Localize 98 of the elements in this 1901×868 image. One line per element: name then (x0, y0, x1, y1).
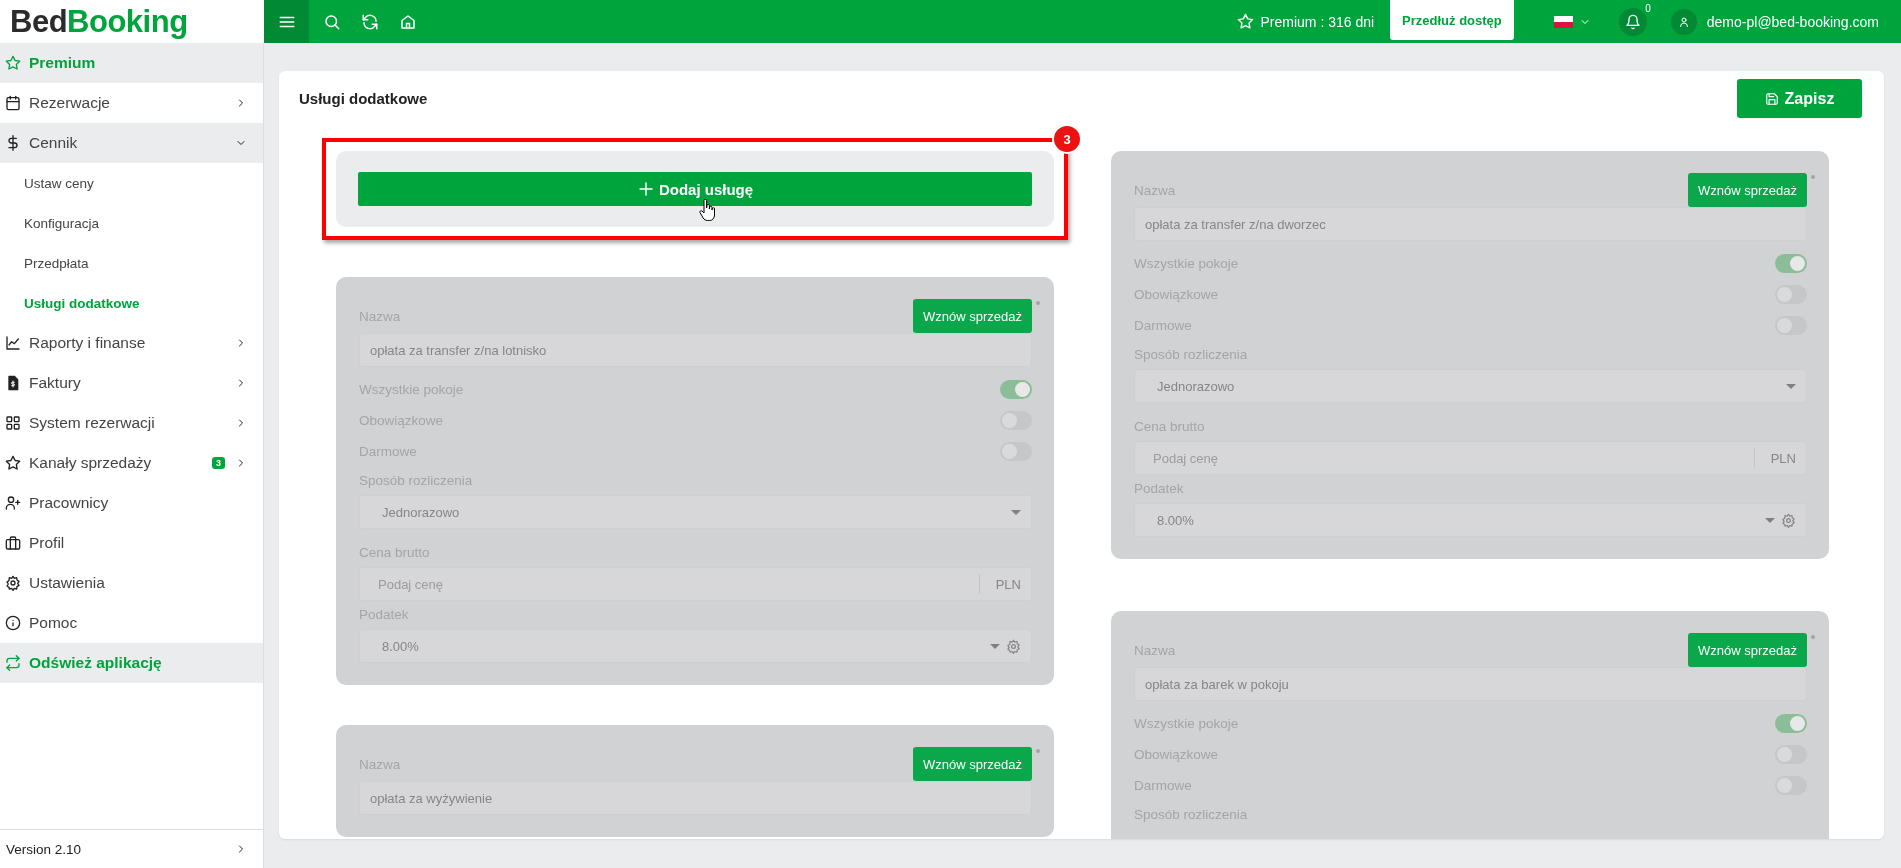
sidebar-label: Profil (29, 534, 66, 552)
price-placeholder: Podaj cenę (377, 576, 445, 592)
extend-access-button[interactable]: Przedłuż dostęp (1390, 0, 1514, 40)
sidebar-item[interactable]: Pracownicy (0, 483, 263, 523)
sidebar-item[interactable]: Premium (0, 43, 263, 83)
star-icon (1236, 13, 1254, 30)
sidebar-item[interactable]: Odśwież aplikację (0, 643, 263, 683)
user-avatar[interactable] (1670, 8, 1697, 35)
toggle-switch[interactable] (1775, 254, 1807, 273)
user-plus-icon (5, 495, 21, 511)
currency-label: PLN (995, 576, 1021, 592)
toggle-switch[interactable] (1000, 380, 1032, 399)
plus-icon (636, 180, 655, 198)
refresh-icon (361, 12, 379, 31)
sidebar-label: Faktury (29, 374, 82, 392)
settings-icon (1781, 512, 1796, 528)
name-field[interactable]: opłata za transfer z/na dworzec (1134, 207, 1807, 241)
indicator-dot (1811, 635, 1815, 639)
sidebar-item[interactable]: Profil (0, 523, 263, 563)
home-icon (399, 12, 417, 31)
invoice-icon (5, 375, 21, 391)
sidebar-label: Kanały sprzedaży (29, 454, 153, 472)
name-field[interactable]: opłata za barek w pokoju (1134, 667, 1807, 701)
price-placeholder: Podaj cenę (1152, 450, 1220, 466)
sidebar-subitem[interactable]: Konfiguracja (0, 203, 263, 243)
premium-status: Premium : 316 dni (1260, 13, 1375, 30)
search-icon (323, 12, 341, 31)
resume-sale-button[interactable]: Wznów sprzedaż (913, 747, 1032, 781)
star-icon (5, 455, 21, 471)
gear-icon (5, 575, 21, 591)
name-value: opłata za barek w pokoju (1145, 676, 1290, 692)
caret-icon (1011, 509, 1021, 515)
user-icon (1677, 15, 1690, 28)
save-button[interactable]: Zapisz (1737, 79, 1862, 118)
sidebar-item[interactable]: Pomoc (0, 603, 263, 643)
app-logo[interactable]: BedBooking (0, 0, 264, 43)
info-icon (5, 615, 21, 631)
user-email[interactable]: demo-pl@bed-booking.com (1706, 13, 1879, 30)
sidebar-subitem[interactable]: Usługi dodatkowe (0, 283, 263, 323)
sidebar-label: Raporty i finanse (29, 334, 147, 352)
name-field[interactable]: opłata za wyżywienie (359, 781, 1032, 815)
sidebar-label: Rezerwacje (29, 94, 111, 112)
indicator-dot (1036, 301, 1040, 305)
name-value: opłata za transfer z/na dworzec (1145, 216, 1327, 232)
currency-label: PLN (1770, 450, 1796, 466)
sidebar-label: Pracownicy (29, 494, 110, 512)
add-service-button[interactable]: Dodaj usługę (358, 172, 1032, 206)
billing-dropdown[interactable]: Jednorazowo (1134, 369, 1807, 403)
hand-cursor-icon (699, 199, 715, 221)
settings-icon (1006, 638, 1021, 654)
briefcase-icon (5, 535, 21, 551)
name-value: opłata za wyżywienie (370, 790, 494, 806)
resume-sale-button[interactable]: Wznów sprzedaż (1688, 633, 1807, 667)
calendar-icon (5, 95, 21, 111)
page-title: Usługi dodatkowe (299, 90, 428, 107)
sidebar-label: Ustawienia (29, 574, 106, 592)
sidebar-label: Pomoc (29, 614, 79, 632)
sidebar-subitem[interactable]: Przedpłata (0, 243, 263, 283)
sidebar-item[interactable]: Ustawienia (0, 563, 263, 603)
menu-button[interactable] (264, 0, 309, 43)
resume-sale-button[interactable]: Wznów sprzedaż (913, 299, 1032, 333)
price-field[interactable]: Podaj cenę PLN (359, 567, 1032, 601)
sidebar-label: Premium (29, 54, 97, 72)
caret-icon (1786, 383, 1796, 389)
count-badge: 3 (212, 457, 225, 469)
sidebar-label: System rezerwacji (29, 414, 156, 432)
tax-dropdown[interactable]: 8.00% (1134, 503, 1807, 537)
sidebar-label: Odśwież aplikację (29, 654, 163, 672)
billing-dropdown[interactable]: Jednorazowo (359, 495, 1032, 529)
version-label: Version 2.10 (6, 841, 82, 857)
caret-icon (1765, 517, 1775, 523)
bell-icon (1624, 13, 1641, 30)
notification-count: 0 (1645, 3, 1651, 14)
toggle-switch[interactable] (1775, 714, 1807, 733)
sidebar-subitem[interactable]: Ustaw ceny (0, 163, 263, 203)
grid-icon (5, 415, 21, 431)
tax-dropdown[interactable]: 8.00% (359, 629, 1032, 663)
name-field[interactable]: opłata za transfer z/na lotnisko (359, 333, 1032, 367)
sidebar-item[interactable]: Cennik (0, 123, 263, 163)
refresh-icon (5, 655, 21, 671)
save-icon (1764, 91, 1779, 106)
sidebar-label: Cennik (29, 134, 79, 152)
sidebar-item[interactable]: Raporty i finanse (0, 323, 263, 363)
indicator-dot (1811, 175, 1815, 179)
name-value: opłata za transfer z/na lotnisko (370, 342, 548, 358)
caret-icon (990, 643, 1000, 649)
star-icon (5, 55, 21, 71)
sidebar-item[interactable]: System rezerwacji (0, 403, 263, 443)
resume-sale-button[interactable]: Wznów sprzedaż (1688, 173, 1807, 207)
notifications-button[interactable] (1618, 7, 1647, 36)
chart-icon (5, 335, 21, 351)
sidebar-item[interactable]: Faktury (0, 363, 263, 403)
price-field[interactable]: Podaj cenę PLN (1134, 441, 1807, 475)
indicator-dot (1036, 749, 1040, 753)
sidebar-item[interactable]: Kanały sprzedaży 3 (0, 443, 263, 483)
dollar-icon (5, 135, 21, 151)
sidebar-item[interactable]: Rezerwacje (0, 83, 263, 123)
step-badge: 3 (1052, 124, 1082, 154)
